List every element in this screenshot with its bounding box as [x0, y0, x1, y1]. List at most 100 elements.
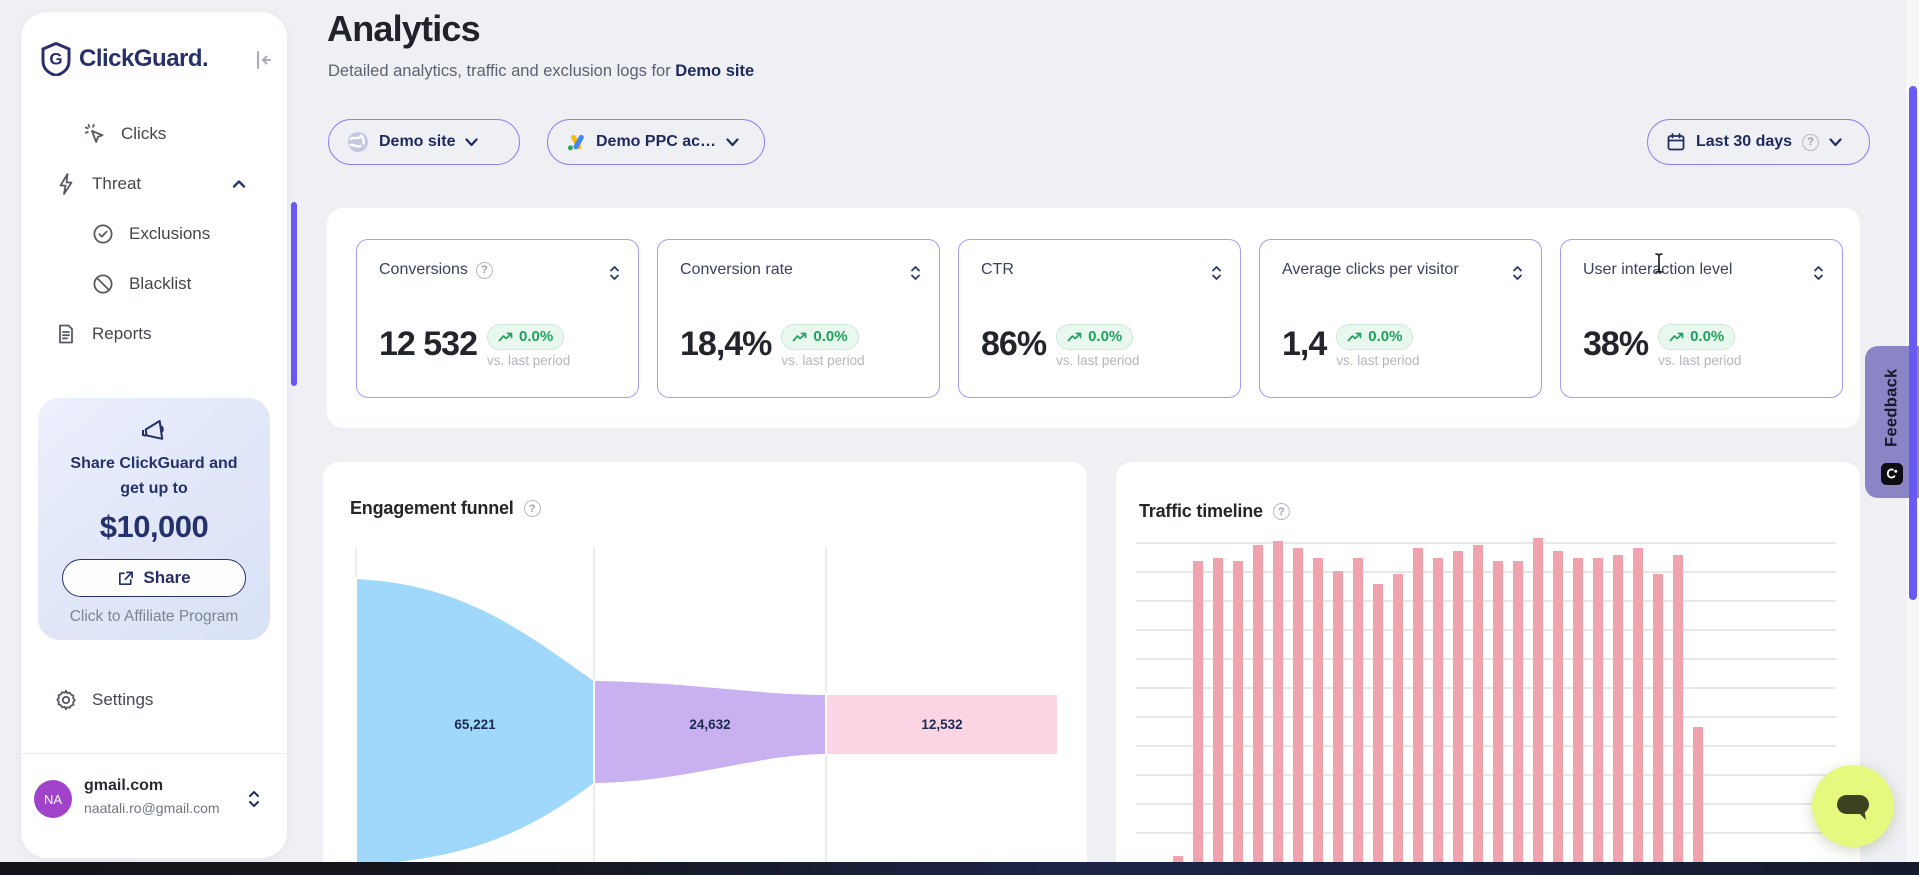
external-link-icon [117, 570, 134, 587]
timeline-bar [1653, 574, 1663, 862]
sidebar-item-clicks[interactable]: Clicks [21, 110, 287, 158]
chat-launcher-button[interactable] [1812, 765, 1894, 847]
help-icon[interactable]: ? [476, 262, 493, 279]
metric-select-icon[interactable] [909, 263, 922, 283]
timeline-bar [1493, 561, 1503, 862]
trend-up-icon [498, 331, 514, 343]
stat-label: Average clicks per visitor [1282, 261, 1459, 279]
change-badge: 0.0% [781, 324, 858, 350]
ppc-account-selector[interactable]: Demo PPC ac… [547, 119, 765, 165]
timeline-bar [1333, 571, 1343, 862]
bottom-window-edge [0, 862, 1919, 875]
cursor-click-icon [83, 122, 107, 146]
text-cursor [1652, 252, 1666, 274]
change-badge: 0.0% [487, 324, 564, 350]
sidebar-item-blacklist[interactable]: Blacklist [21, 260, 287, 308]
sidebar-item-threat[interactable]: Threat [21, 160, 287, 208]
timeline-bar [1473, 545, 1483, 862]
traffic-timeline-chart [1136, 535, 1836, 862]
stat-label: Conversions [379, 261, 468, 279]
site-selector[interactable]: Demo site [328, 119, 520, 165]
page-title: Analytics [327, 8, 480, 50]
sidebar-item-exclusions[interactable]: Exclusions [21, 210, 287, 258]
affiliate-caption[interactable]: Click to Affiliate Program [38, 608, 270, 626]
metric-select-icon[interactable] [1812, 263, 1825, 283]
change-badge: 0.0% [1336, 324, 1413, 350]
badge-check-icon [91, 222, 115, 246]
chevron-down-icon [465, 138, 478, 147]
change-badge: 0.0% [1658, 324, 1735, 350]
metric-select-icon[interactable] [1511, 263, 1524, 283]
stat-value: 12 532 [379, 324, 477, 364]
feedback-logo-icon [1881, 463, 1903, 485]
sidebar-item-label: Threat [92, 174, 141, 194]
timeline-title: Traffic timeline [1139, 501, 1263, 522]
timeline-bar [1273, 541, 1283, 862]
timeline-bar [1633, 548, 1643, 862]
sidebar-item-label: Settings [92, 690, 153, 710]
promo-text-line1: Share ClickGuard and [38, 451, 270, 476]
chevron-down-icon [726, 138, 739, 147]
timeline-bar [1513, 561, 1523, 862]
stat-label: Conversion rate [680, 261, 793, 279]
megaphone-icon [139, 418, 169, 446]
timeline-bar [1313, 558, 1323, 862]
sidebar-item-label: Blacklist [129, 274, 191, 294]
chevron-up-icon[interactable] [231, 176, 247, 192]
timeline-bar [1593, 558, 1603, 862]
metric-select-icon[interactable] [608, 263, 621, 283]
trend-up-icon [1669, 331, 1685, 343]
funnel-stage-purple [594, 680, 826, 784]
timeline-bar [1553, 551, 1563, 862]
stat-value: 86% [981, 324, 1046, 364]
timeline-bar [1293, 548, 1303, 862]
compare-label: vs. last period [1056, 353, 1139, 368]
sidebar-item-label: Reports [92, 324, 152, 344]
timeline-bar [1253, 545, 1263, 862]
promo-amount: $10,000 [38, 509, 270, 545]
account-email: naatali.ro@gmail.com [84, 800, 220, 816]
funnel-value-label: 65,221 [454, 717, 496, 732]
scrollbar-thumb[interactable] [1909, 86, 1917, 600]
change-badge: 0.0% [1056, 324, 1133, 350]
date-range-value: Last 30 days [1696, 133, 1792, 151]
stat-card-conversion-rate: Conversion rate 18,4% 0.0% vs. last peri… [657, 239, 940, 398]
date-range-selector[interactable]: Last 30 days ? [1647, 119, 1870, 165]
avatar: NA [34, 780, 72, 818]
share-button[interactable]: Share [62, 559, 246, 597]
trend-up-icon [1347, 331, 1363, 343]
timeline-bar [1573, 558, 1583, 862]
logo: G ClickGuard. [41, 42, 208, 76]
help-icon[interactable]: ? [1273, 503, 1290, 520]
metric-select-icon[interactable] [1210, 263, 1223, 283]
sidebar-item-reports[interactable]: Reports [21, 310, 287, 358]
sidebar-item-settings[interactable]: Settings [21, 676, 287, 724]
help-icon[interactable]: ? [524, 500, 541, 517]
select-chevrons-icon [247, 788, 261, 810]
compare-label: vs. last period [781, 353, 864, 368]
engagement-funnel-card: Engagement funnel ? 65,221 24,632 12,532 [323, 462, 1087, 875]
funnel-value-label: 24,632 [689, 717, 730, 732]
timeline-bar [1433, 558, 1443, 862]
chevron-down-icon [1829, 138, 1842, 147]
globe-icon [347, 131, 369, 153]
compare-label: vs. last period [1336, 353, 1419, 368]
trend-up-icon [1067, 331, 1083, 343]
stat-value: 1,4 [1282, 324, 1326, 364]
sidebar-divider [21, 753, 287, 754]
timeline-bar [1393, 574, 1403, 862]
timeline-bar [1233, 561, 1243, 862]
google-ads-icon [566, 133, 586, 152]
timeline-bar [1533, 538, 1543, 862]
gear-icon [54, 688, 78, 712]
timeline-bar [1693, 727, 1703, 862]
help-icon: ? [1802, 134, 1819, 151]
account-name: gmail.com [84, 777, 163, 795]
document-icon [54, 322, 78, 346]
sidebar-item-label: Clicks [121, 124, 166, 144]
timeline-bar [1673, 555, 1683, 862]
timeline-bar [1453, 551, 1463, 862]
collapse-sidebar-icon[interactable] [251, 48, 275, 72]
account-switcher[interactable]: NA gmail.com naatali.ro@gmail.com [21, 764, 287, 844]
share-button-label: Share [143, 568, 190, 588]
